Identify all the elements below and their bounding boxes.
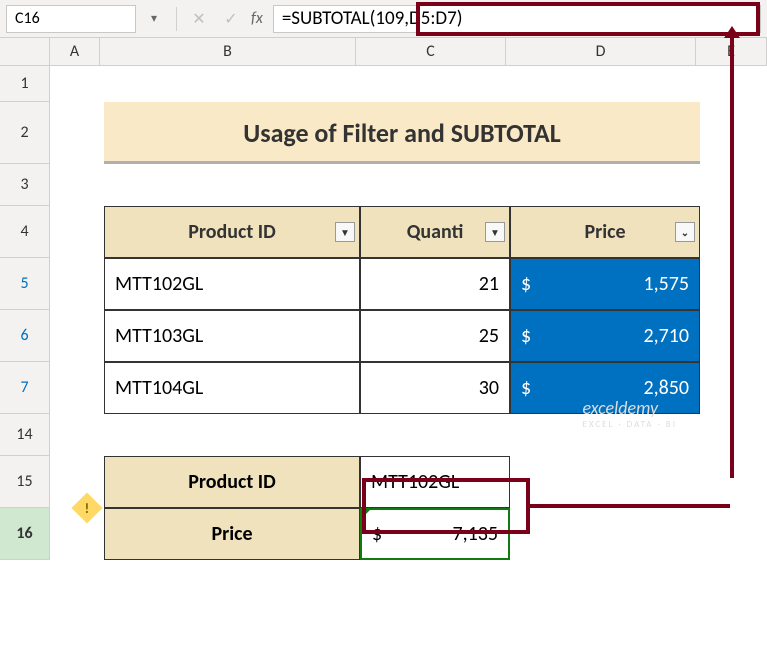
annotation-arrow-horizontal <box>530 504 730 508</box>
confirm-formula-button[interactable]: ✓ <box>217 5 245 33</box>
filter-button[interactable]: ▼ <box>335 222 355 242</box>
row-header-3[interactable]: 3 <box>0 164 49 206</box>
column-headers: A B C D E <box>0 38 767 66</box>
check-icon: ✓ <box>224 9 237 29</box>
cell-quantity[interactable]: 21 <box>360 258 510 310</box>
page-title: Usage of Filter and SUBTOTAL <box>104 102 700 164</box>
fx-icon[interactable]: fx <box>251 9 263 28</box>
name-box-value: C16 <box>15 9 40 28</box>
header-label: Price <box>584 220 625 244</box>
cells-area[interactable]: Usage of Filter and SUBTOTAL Product ID … <box>50 66 767 560</box>
divider <box>176 7 177 31</box>
cell-quantity[interactable]: 25 <box>360 310 510 362</box>
result-row-pid: Product ID MTT102GL <box>104 456 510 508</box>
header-label: Quanti <box>407 220 464 244</box>
filter-active-button[interactable]: ⌄ <box>675 222 695 242</box>
header-price: Price ⌄ <box>510 206 700 258</box>
row-header-14[interactable]: 14 <box>0 414 49 456</box>
cell-product-id[interactable]: MTT102GL <box>104 258 360 310</box>
selected-cell-C16[interactable]: $ 7,135 <box>360 508 510 560</box>
spreadsheet-grid: A B C D E 1 2 3 4 5 6 7 14 15 16 Usage o… <box>0 38 767 560</box>
row-header-4[interactable]: 4 <box>0 206 49 258</box>
select-all-corner[interactable] <box>0 38 50 65</box>
cancel-formula-button[interactable]: ✕ <box>185 5 213 33</box>
row-header-6[interactable]: 6 <box>0 310 49 362</box>
funnel-icon: ⌄ <box>681 226 689 239</box>
row-headers: 1 2 3 4 5 6 7 14 15 16 <box>0 66 50 560</box>
chevron-down-icon: ▼ <box>490 226 500 239</box>
col-header-C[interactable]: C <box>356 38 506 65</box>
formula-text: =SUBTOTAL(109,D5:D7) <box>282 7 463 30</box>
filter-button[interactable]: ▼ <box>485 222 505 242</box>
col-header-B[interactable]: B <box>100 38 356 65</box>
result-label-price: Price ! <box>104 508 360 560</box>
chevron-down-icon[interactable]: ▾ <box>140 5 168 33</box>
warning-icon[interactable]: ! <box>71 492 102 523</box>
header-product-id: Product ID ▼ <box>104 206 360 258</box>
result-block: Product ID MTT102GL Price ! $ 7,135 <box>104 456 510 560</box>
table-row: MTT102GL 21 $1,575 <box>104 258 700 310</box>
col-header-A[interactable]: A <box>50 38 100 65</box>
result-value-pid[interactable]: MTT102GL <box>360 456 510 508</box>
row-header-2[interactable]: 2 <box>0 102 49 164</box>
result-row-price: Price ! $ 7,135 <box>104 508 510 560</box>
cell-product-id[interactable]: MTT104GL <box>104 362 360 414</box>
x-icon: ✕ <box>192 9 205 29</box>
row-header-16[interactable]: 16 <box>0 508 49 560</box>
header-label: Product ID <box>188 220 276 244</box>
header-quantity: Quanti ▼ <box>360 206 510 258</box>
col-header-D[interactable]: D <box>506 38 696 65</box>
chevron-down-icon: ▼ <box>340 226 350 239</box>
cell-price[interactable]: $2,710 <box>510 310 700 362</box>
cell-product-id[interactable]: MTT103GL <box>104 310 360 362</box>
name-box[interactable]: C16 <box>6 5 136 33</box>
formula-input[interactable]: =SUBTOTAL(109,D5:D7) <box>273 5 761 33</box>
result-label-pid: Product ID <box>104 456 360 508</box>
row-header-5[interactable]: 5 <box>0 258 49 310</box>
table-row: MTT103GL 25 $2,710 <box>104 310 700 362</box>
formula-bar: C16 ▾ ✕ ✓ fx =SUBTOTAL(109,D5:D7) <box>0 0 767 38</box>
row-header-1[interactable]: 1 <box>0 66 49 102</box>
annotation-arrow-vertical <box>730 36 734 478</box>
table-header-row: Product ID ▼ Quanti ▼ Price ⌄ <box>104 206 700 258</box>
cell-price[interactable]: $1,575 <box>510 258 700 310</box>
row-header-7[interactable]: 7 <box>0 362 49 414</box>
row-header-15[interactable]: 15 <box>0 456 49 508</box>
watermark: exceldemy EXCEL · DATA · BI <box>583 397 677 430</box>
cell-quantity[interactable]: 30 <box>360 362 510 414</box>
